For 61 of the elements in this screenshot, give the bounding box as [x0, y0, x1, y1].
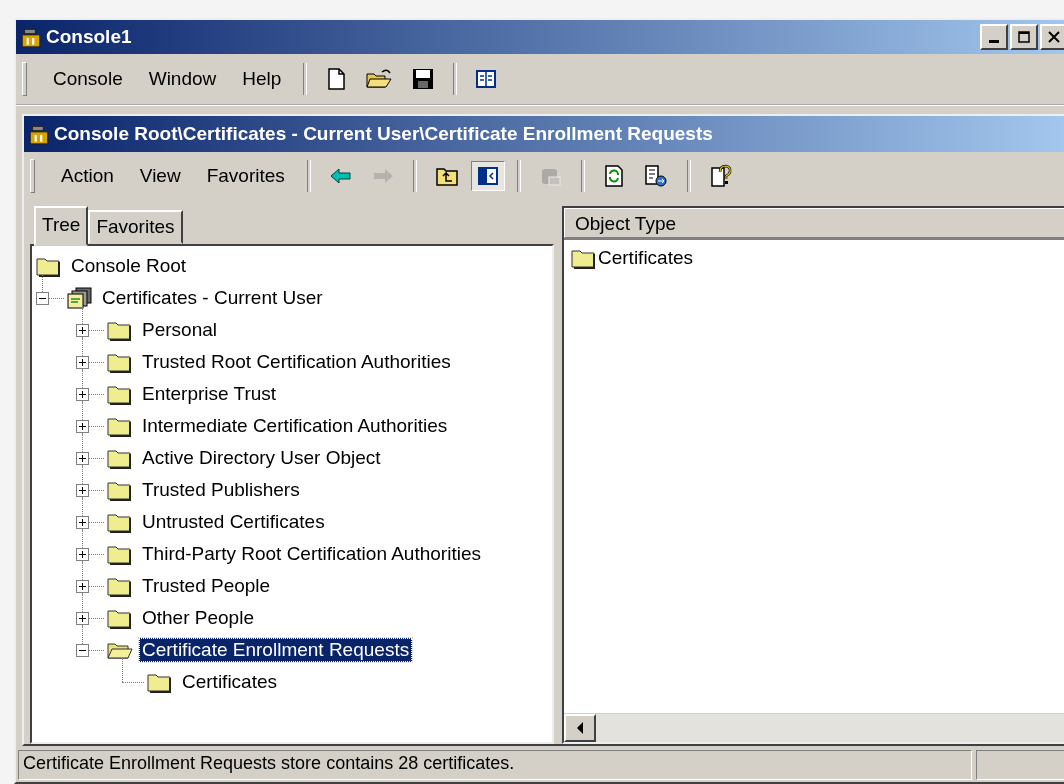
- expander-box[interactable]: [76, 548, 89, 561]
- child-window-title: Console Root\Certificates - Current User\Certificate Enrollment Requests: [54, 123, 713, 145]
- menu-item[interactable]: View: [129, 161, 191, 191]
- expander-box[interactable]: [76, 452, 89, 465]
- tree-item[interactable]: Trusted Root Certification Authorities: [139, 350, 454, 374]
- list-item[interactable]: Certificates: [598, 247, 694, 269]
- tree-item[interactable]: Trusted People: [139, 574, 274, 598]
- menu-item[interactable]: Help: [232, 64, 292, 94]
- tree-item[interactable]: Third-Party Root Certification Authorities: [139, 542, 484, 566]
- tree-item[interactable]: Intermediate Certification Authorities: [139, 414, 451, 438]
- toolbox-icon: [20, 26, 42, 48]
- maximize-button[interactable]: [1010, 24, 1038, 50]
- tree-item[interactable]: Personal: [139, 318, 220, 342]
- expander-box[interactable]: [76, 516, 89, 529]
- tree-item[interactable]: Certificate Enrollment Requests: [139, 638, 413, 662]
- minimize-icon: [989, 39, 999, 43]
- expander-box[interactable]: [76, 324, 89, 337]
- menu-item[interactable]: Window: [138, 64, 227, 94]
- tree-item[interactable]: Certificates: [179, 670, 281, 694]
- expander-box[interactable]: [76, 388, 89, 401]
- left-arrow-icon: [328, 166, 353, 186]
- help-icon: [708, 164, 733, 188]
- expander-box[interactable]: [76, 612, 89, 625]
- menu-item[interactable]: Favorites: [196, 161, 295, 191]
- menu-item[interactable]: Action: [51, 161, 124, 191]
- left-triangle-icon: [575, 721, 585, 735]
- split-pane-icon: [476, 165, 499, 187]
- column-header[interactable]: Object Type: [564, 208, 1064, 238]
- window-title: Console1: [46, 26, 132, 48]
- maximize-icon: [1017, 30, 1031, 44]
- expander-box[interactable]: [76, 356, 89, 369]
- tree-item[interactable]: Enterprise Trust: [139, 382, 280, 406]
- tree-item[interactable]: Certificates - Current User: [99, 286, 326, 310]
- document-icon: [325, 67, 348, 91]
- scroll-left-button[interactable]: [564, 714, 596, 742]
- expander-box[interactable]: [76, 644, 89, 657]
- expander-box[interactable]: [76, 484, 89, 497]
- tree-item[interactable]: Other People: [139, 606, 257, 630]
- menu-item[interactable]: Console: [43, 64, 133, 94]
- horizontal-scrollbar[interactable]: [564, 713, 1064, 742]
- close-icon: [1047, 30, 1061, 44]
- up-folder-icon: [434, 165, 459, 187]
- tree-button[interactable]: [470, 161, 505, 191]
- certificate-store-icon: [66, 286, 94, 310]
- export-list-icon: [642, 164, 669, 188]
- expander-box[interactable]: [76, 580, 89, 593]
- tree-item[interactable]: Trusted Publishers: [139, 478, 303, 502]
- panel-icon: [475, 68, 498, 90]
- close-button[interactable]: [1040, 24, 1064, 50]
- minimize-button[interactable]: [980, 24, 1008, 50]
- refresh-icon: [602, 164, 625, 188]
- tab[interactable]: Favorites: [88, 210, 183, 244]
- folder-icon: [365, 67, 394, 91]
- tree-item[interactable]: Active Directory User Object: [139, 446, 384, 470]
- expander-box[interactable]: [36, 292, 49, 305]
- expander-box[interactable]: [76, 420, 89, 433]
- status-text: Certificate Enrollment Requests store contains 28 certificates.: [18, 750, 972, 780]
- tree-item[interactable]: Untrusted Certificates: [139, 510, 328, 534]
- tree-item[interactable]: Console Root: [68, 254, 190, 278]
- toolbox-icon: [28, 123, 50, 145]
- tab[interactable]: Tree: [34, 206, 89, 246]
